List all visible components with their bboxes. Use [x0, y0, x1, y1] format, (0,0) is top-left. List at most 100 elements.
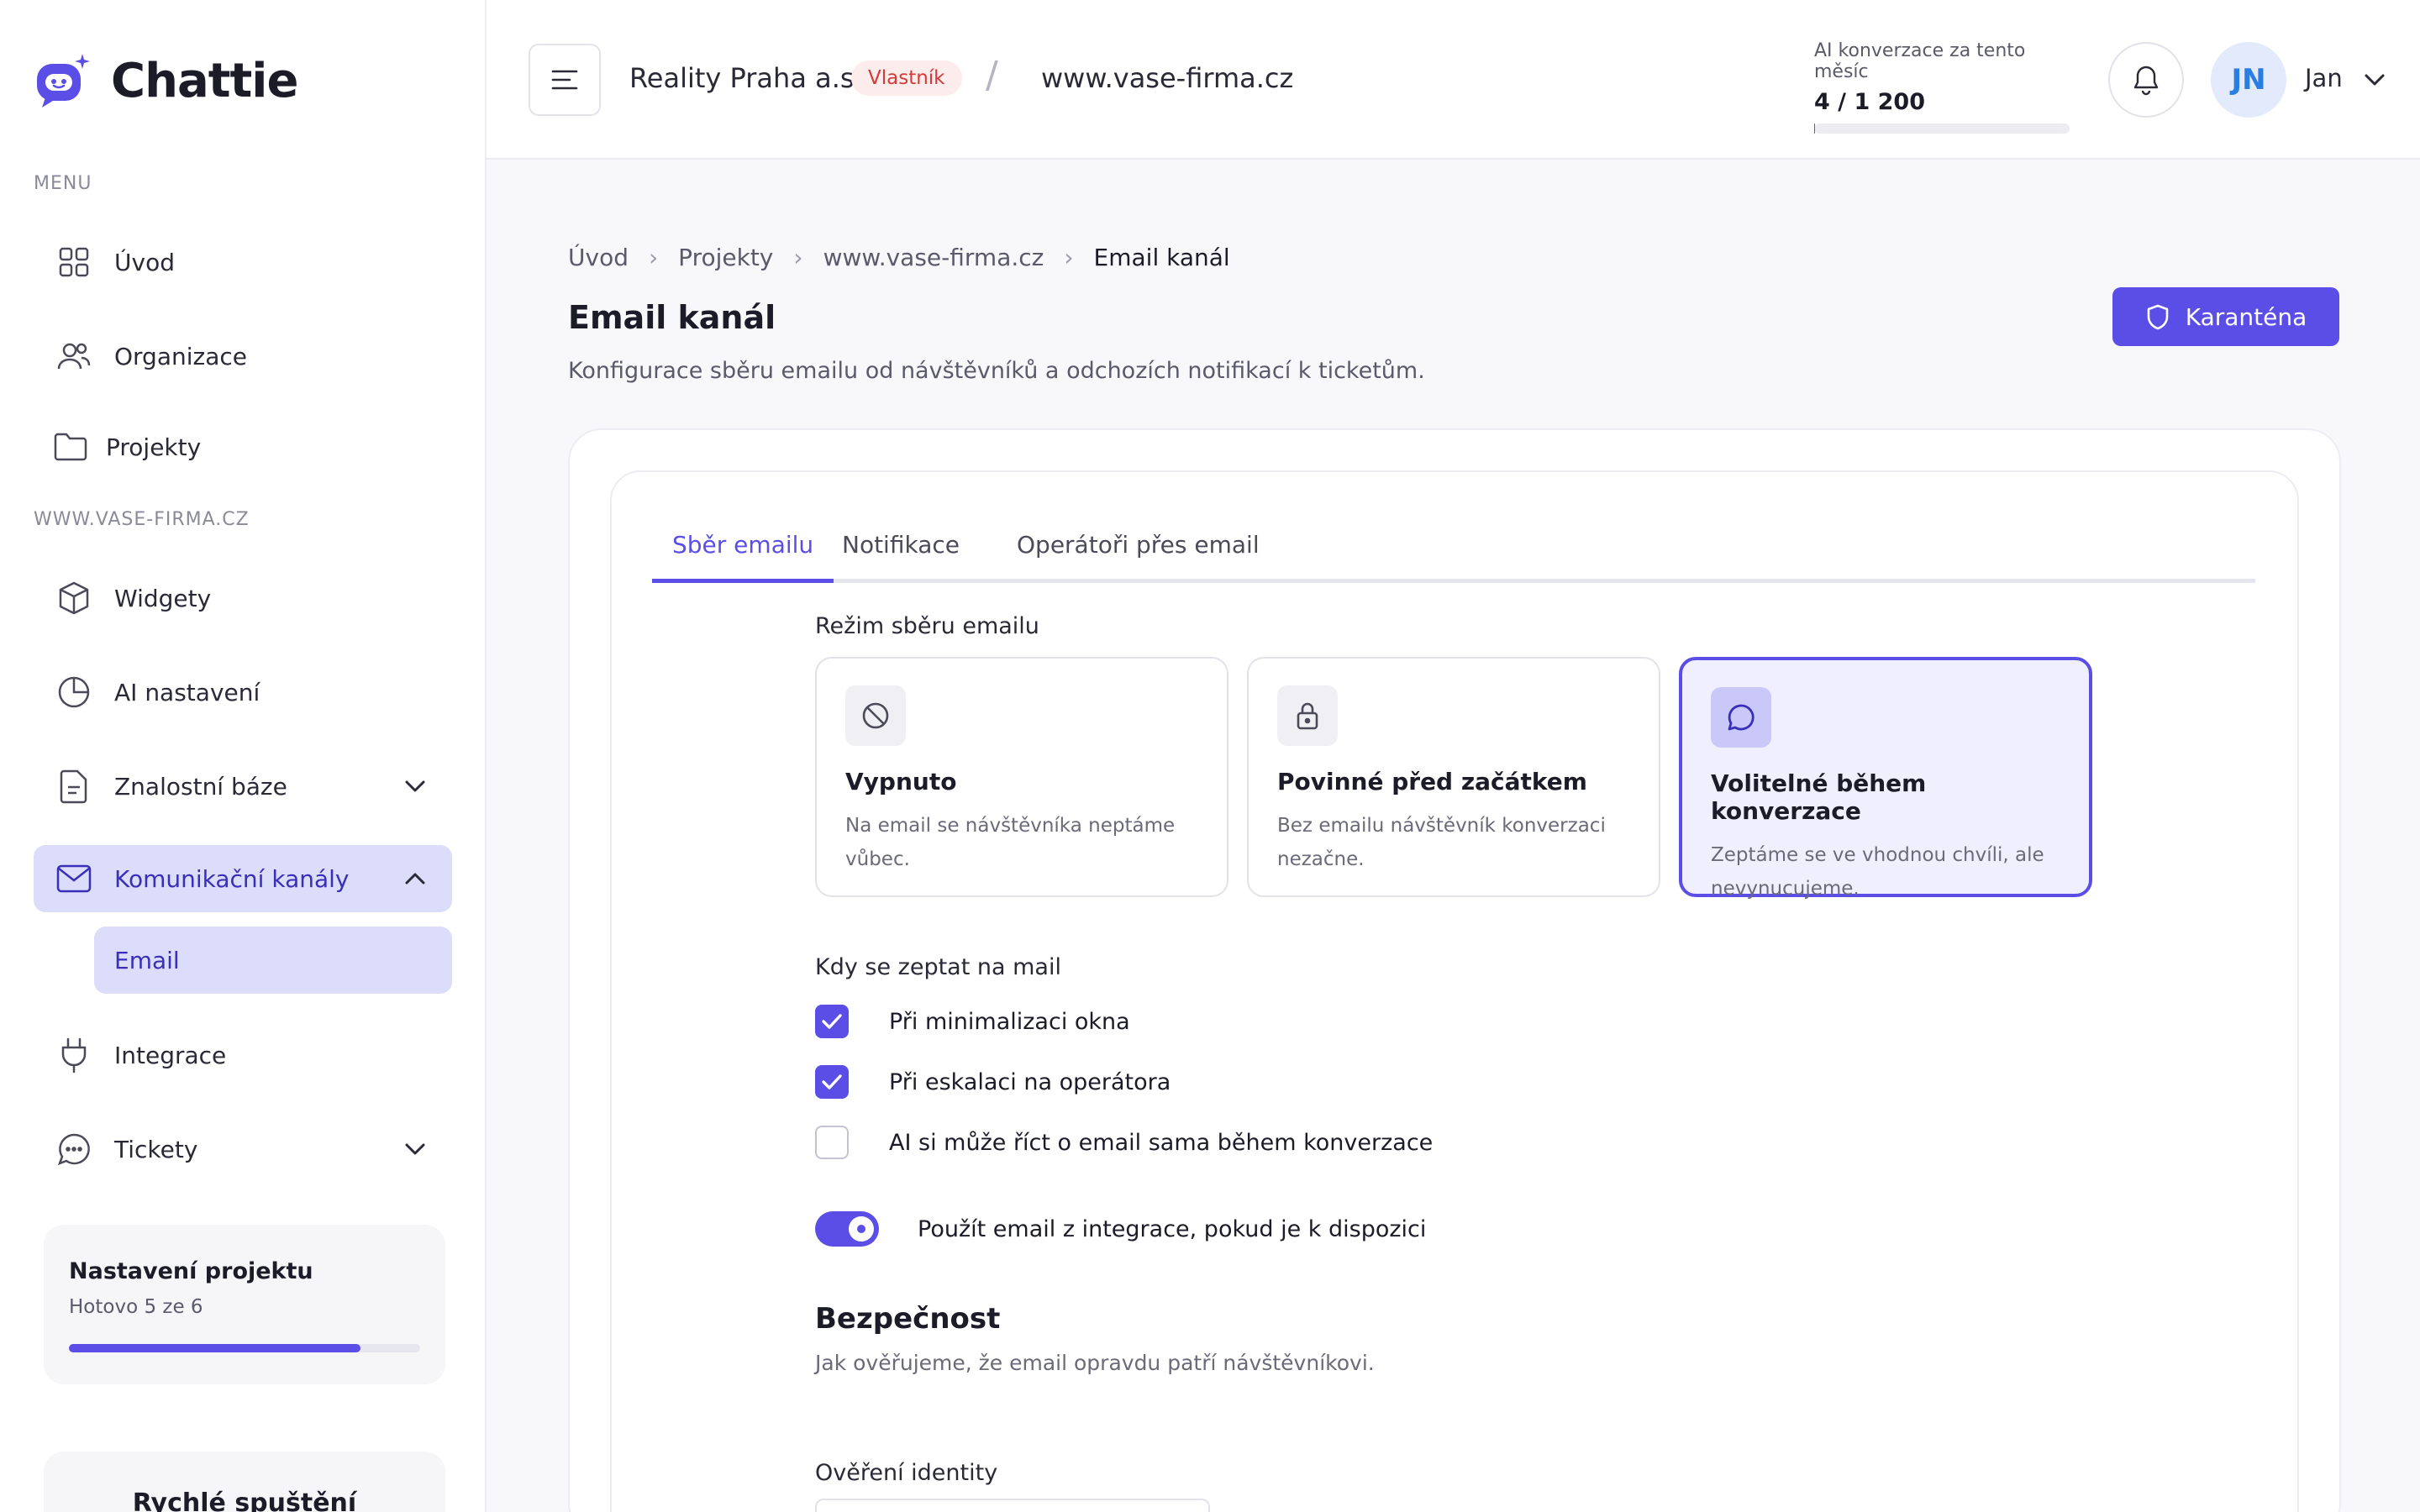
identity-verification-select[interactable] — [815, 1499, 1210, 1512]
tab-sber-emailu[interactable]: Sběr emailu — [652, 531, 834, 583]
hamburger-icon — [551, 70, 578, 90]
mail-icon — [55, 860, 92, 897]
usage-bar-fill — [1814, 123, 1815, 134]
security-title: Bezpečnost — [815, 1302, 1001, 1336]
breadcrumb-item[interactable]: Úvod — [568, 244, 629, 271]
sidebar-item-label: AI nastavení — [114, 678, 260, 706]
sidebar-item-label: Widgety — [114, 584, 212, 612]
check-icon — [822, 1014, 842, 1029]
checkbox-label: Při eskalaci na operátora — [889, 1068, 1171, 1095]
pie-chart-icon — [55, 674, 92, 711]
chat-dots-icon — [55, 1131, 92, 1168]
sidebar-item-label: Organizace — [114, 342, 247, 370]
organization-name[interactable]: Reality Praha a.s. — [629, 62, 863, 94]
brand-name: Chattie — [111, 53, 298, 108]
breadcrumb-current: Email kanál — [1093, 244, 1230, 271]
quarantine-label: Karanténa — [2185, 302, 2307, 331]
mode-description: Na email se návštěvníka neptáme vůbec. — [845, 815, 1176, 870]
mode-description: Zeptáme se ve vhodnou chvíli, ale nevynu… — [1711, 844, 2044, 900]
checkbox[interactable] — [815, 1126, 849, 1159]
sidebar-item-label: Znalostní báze — [114, 772, 287, 801]
checkbox-label: Při minimalizaci okna — [889, 1008, 1130, 1035]
tab-notifikace[interactable]: Notifikace — [822, 531, 980, 583]
setup-progress-fill — [69, 1344, 360, 1352]
cube-icon — [55, 580, 92, 617]
sidebar-item-komunikacni-kanaly[interactable]: Komunikační kanály — [34, 845, 452, 912]
checkbox[interactable] — [815, 1005, 849, 1038]
sidebar: Chattie MENU Úvod Organizace Projekty WW… — [0, 0, 487, 1512]
page-title: Email kanál — [568, 299, 776, 336]
sidebar-item-integrace[interactable]: Integrace — [34, 1021, 452, 1089]
usage-value: 4 / 1 200 — [1814, 89, 1925, 115]
option-operator-escalation[interactable]: Při eskalaci na operátora — [815, 1065, 1171, 1099]
checkbox-label: AI si může říct o email sama během konve… — [889, 1129, 1434, 1156]
chevron-right-icon: › — [1064, 244, 1074, 271]
chevron-down-icon[interactable] — [402, 1136, 429, 1163]
chevron-right-icon: › — [648, 244, 659, 271]
setup-progress-bar — [69, 1344, 420, 1352]
checkbox[interactable] — [815, 1065, 849, 1099]
sidebar-item-label: Email — [114, 946, 180, 974]
sidebar-item-znalostni-baze[interactable]: Znalostní báze — [34, 753, 452, 820]
chattie-logo-icon — [34, 52, 91, 109]
sidebar-item-organizace[interactable]: Organizace — [34, 323, 452, 390]
page-subtitle: Konfigurace sběru emailu od návštěvníků … — [568, 358, 1425, 384]
chat-bubble-icon — [1711, 687, 1771, 748]
chevron-up-icon[interactable] — [402, 865, 429, 892]
breadcrumb: Úvod › Projekty › www.vase-firma.cz › Em… — [568, 244, 1230, 271]
brand[interactable]: Chattie — [34, 52, 298, 109]
sidebar-item-uvod[interactable]: Úvod — [34, 228, 452, 296]
check-icon — [822, 1074, 842, 1089]
bell-icon — [2133, 66, 2159, 96]
ai-usage-meter: AI konverzace za tento měsíc 4 / 1 200 — [1814, 40, 2075, 134]
sidebar-item-label: Úvod — [114, 248, 175, 276]
tab-operatori-pres-email[interactable]: Operátoři přes email — [997, 531, 1280, 583]
mode-option-povinne[interactable]: Povinné před začátkem Bez emailu návštěv… — [1247, 657, 1660, 897]
mode-description: Bez emailu návštěvník konverzaci nezačne… — [1277, 815, 1606, 870]
when-to-ask-label: Kdy se zeptat na mail — [815, 954, 1061, 980]
breadcrumb-item[interactable]: Projekty — [678, 244, 773, 271]
menu-section-label: MENU — [34, 173, 92, 194]
sidebar-item-projekty[interactable]: Projekty — [34, 413, 452, 480]
folder-icon — [52, 428, 89, 465]
avatar[interactable]: JN — [2211, 42, 2286, 118]
integration-email-setting[interactable]: Použít email z integrace, pokud je k dis… — [815, 1211, 1426, 1247]
option-minimize-window[interactable]: Při minimalizaci okna — [815, 1005, 1130, 1038]
mode-option-vypnuto[interactable]: Vypnuto Na email se návštěvníka neptáme … — [815, 657, 1228, 897]
users-icon — [55, 338, 92, 375]
notifications-button[interactable] — [2108, 42, 2184, 118]
chevron-right-icon: › — [793, 244, 803, 271]
quick-start-card[interactable]: Rychlé spuštění — [44, 1452, 445, 1512]
quarantine-button[interactable]: Karanténa — [2112, 287, 2339, 346]
mode-option-volitelne[interactable]: Volitelné během konverzace Zeptáme se ve… — [1679, 657, 2092, 900]
integration-email-toggle[interactable] — [815, 1211, 879, 1247]
chevron-down-icon[interactable] — [402, 773, 429, 800]
lock-icon — [1277, 685, 1338, 746]
project-setup-card[interactable]: Nastavení projektu Hotovo 5 ze 6 — [44, 1225, 445, 1384]
setup-card-title: Nastavení projektu — [69, 1258, 313, 1284]
mode-title: Povinné před začátkem — [1277, 768, 1587, 795]
security-subtitle: Jak ověřujeme, že email opravdu patří ná… — [815, 1351, 1375, 1375]
user-name[interactable]: Jan — [2305, 64, 2343, 92]
sidebar-item-label: Tickety — [114, 1135, 198, 1163]
grid-icon — [55, 244, 92, 281]
chevron-down-icon[interactable] — [2360, 66, 2389, 94]
plug-icon — [55, 1037, 92, 1074]
option-ai-ask[interactable]: AI si může říct o email sama během konve… — [815, 1126, 1433, 1159]
sidebar-subitem-email[interactable]: Email — [94, 927, 452, 994]
menu-toggle-button[interactable] — [529, 44, 601, 116]
usage-label: AI konverzace za tento měsíc — [1814, 40, 2026, 82]
sidebar-item-label: Komunikační kanály — [114, 864, 350, 893]
breadcrumb-item[interactable]: www.vase-firma.cz — [823, 244, 1044, 271]
project-site-name[interactable]: www.vase-firma.cz — [1041, 62, 1293, 94]
sidebar-item-ai-nastaveni[interactable]: AI nastavení — [34, 659, 452, 726]
top-header: Reality Praha a.s. Vlastník / www.vase-f… — [487, 0, 2420, 160]
sidebar-item-widgety[interactable]: Widgety — [34, 564, 452, 632]
sidebar-item-label: Integrace — [114, 1041, 227, 1069]
sidebar-item-tickety[interactable]: Tickety — [34, 1116, 452, 1183]
project-section-label: WWW.VASE-FIRMA.CZ — [34, 509, 250, 530]
tab-bar: Sběr emailu Notifikace Operátoři přes em… — [652, 531, 2255, 583]
toggle-label: Použít email z integrace, pokud je k dis… — [918, 1215, 1427, 1242]
identity-verification-label: Ověření identity — [815, 1460, 998, 1486]
header-separator: / — [986, 54, 998, 97]
